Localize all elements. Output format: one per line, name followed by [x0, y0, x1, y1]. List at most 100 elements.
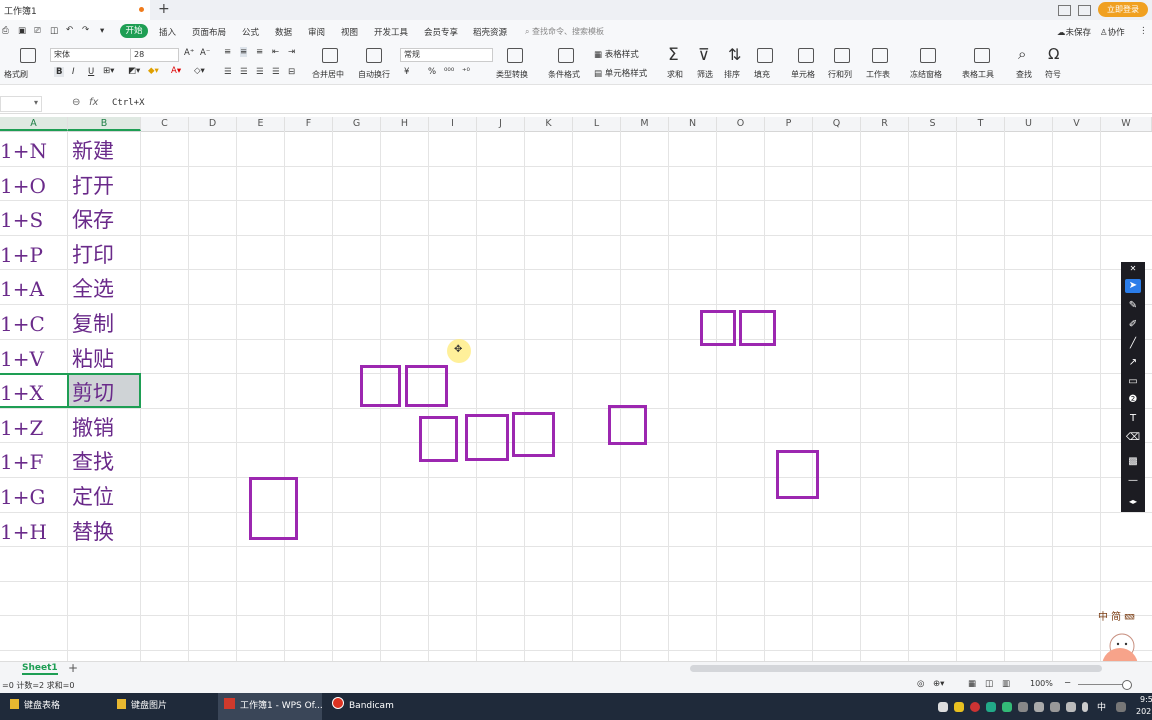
collapse-icon[interactable]: ◂▸	[1125, 495, 1141, 509]
freeze-label[interactable]: 冻结窗格	[910, 69, 942, 80]
pointer-icon[interactable]: ➤	[1125, 279, 1141, 293]
font-name-select[interactable]: 宋体	[50, 48, 131, 62]
column-header-r[interactable]: R	[861, 117, 909, 131]
line-icon[interactable]: ╱	[1125, 337, 1141, 351]
sort-label[interactable]: 排序	[724, 69, 740, 80]
align-right-icon[interactable]: ☰	[256, 67, 264, 77]
tray-icon[interactable]	[1050, 702, 1060, 712]
column-header-m[interactable]: M	[621, 117, 669, 131]
cell-b[interactable]: 撤销	[69, 409, 141, 443]
column-header-n[interactable]: N	[669, 117, 717, 131]
type-convert-label[interactable]: 类型转换	[496, 69, 528, 80]
highlighter-icon[interactable]: ✐	[1125, 318, 1141, 332]
name-box[interactable]: ▾	[0, 96, 42, 112]
decrease-font-icon[interactable]: A⁻	[200, 48, 210, 58]
spreadsheet-grid[interactable]: 1+N 新建 1+O 打开 1+S 保存 1+P 打印 1+A 全选 1+C 复制 1+V 粘贴 1+X 剪切…	[0, 131, 1152, 661]
tray-icon[interactable]	[1018, 702, 1028, 712]
cell-a[interactable]: 1+S	[0, 201, 66, 235]
fill-color-icon[interactable]: ◩▾	[128, 66, 140, 76]
increase-font-icon[interactable]: A⁺	[184, 48, 194, 58]
cell-label[interactable]: 单元格	[791, 69, 815, 80]
reading-view-icon[interactable]: ▥	[1002, 679, 1010, 689]
format-painter-label[interactable]: 格式刷	[4, 69, 28, 80]
justify-icon[interactable]: ☰	[272, 67, 280, 77]
cell-a[interactable]: 1+O	[0, 167, 66, 201]
eye-protect-icon[interactable]: ◎	[917, 679, 924, 689]
distributed-icon[interactable]: ⊟	[288, 67, 295, 77]
currency-button[interactable]: ¥	[404, 67, 409, 77]
align-bottom-icon[interactable]: ≡	[256, 47, 263, 57]
conditional-format-label[interactable]: 条件格式	[548, 69, 580, 80]
undo-icon[interactable]: ↶	[66, 25, 73, 35]
cell-b[interactable]: 定位	[69, 478, 141, 512]
tray-icon[interactable]	[1002, 702, 1012, 712]
column-header-j[interactable]: J	[477, 117, 525, 131]
cell-b[interactable]: 打开	[69, 167, 141, 201]
font-color-icon[interactable]: A▾	[171, 66, 181, 76]
column-header-q[interactable]: Q	[813, 117, 861, 131]
table-style-button[interactable]: ▦ 表格样式	[594, 48, 639, 60]
collab-button[interactable]: ♙协作	[1100, 26, 1125, 38]
indent-decrease-icon[interactable]: ⇤	[272, 47, 279, 57]
column-header-b[interactable]: B	[68, 117, 141, 131]
fill-icon[interactable]	[757, 48, 773, 63]
redo-icon[interactable]: ↷	[82, 25, 89, 35]
font-size-select[interactable]: 28	[130, 48, 179, 62]
indent-increase-icon[interactable]: ⇥	[288, 47, 295, 57]
number-format-select[interactable]: 常规	[400, 48, 493, 62]
sheet-tab[interactable]: Sheet1	[22, 663, 58, 675]
cell-style-button[interactable]: ▤ 单元格样式	[594, 67, 647, 79]
cell-icon[interactable]	[798, 48, 814, 63]
tray-icon[interactable]	[1034, 702, 1044, 712]
column-header-a[interactable]: A	[0, 117, 68, 131]
cell-b[interactable]: 替换	[69, 513, 141, 547]
taskbar-item-bandicam[interactable]: Bandicam	[332, 693, 394, 720]
column-header-c[interactable]: C	[141, 117, 189, 131]
merge-center-label[interactable]: 合并居中	[312, 69, 344, 80]
thousands-icon[interactable]: ⁰⁰⁰	[444, 67, 454, 77]
taskbar-item-keyboard-image[interactable]: 键盘图片	[117, 693, 167, 720]
line-width-icon[interactable]: —	[1125, 474, 1141, 488]
arrow-icon[interactable]: ↗	[1125, 356, 1141, 370]
column-header-l[interactable]: L	[573, 117, 621, 131]
new-tab-button[interactable]: +	[158, 1, 170, 17]
filter-label[interactable]: 筛选	[697, 69, 713, 80]
percent-button[interactable]: %	[428, 67, 436, 77]
quick-access-dropdown-icon[interactable]: ▾	[100, 26, 104, 36]
cell-b[interactable]: 全选	[69, 270, 141, 304]
border-icon[interactable]: ⊞▾	[103, 66, 114, 76]
grid-apps-icon[interactable]	[1078, 5, 1091, 16]
conditional-format-icon[interactable]	[558, 48, 574, 63]
horizontal-scrollbar[interactable]	[690, 665, 1102, 672]
row-col-icon[interactable]	[834, 48, 850, 63]
tray-icon[interactable]	[954, 702, 964, 712]
table-tools-icon[interactable]	[974, 48, 990, 63]
cell-b[interactable]: 打印	[69, 236, 141, 270]
column-header-f[interactable]: F	[285, 117, 333, 131]
window-layout-icon[interactable]	[1058, 5, 1071, 16]
table-tools-label[interactable]: 表格工具	[962, 69, 994, 80]
sum-icon[interactable]: Σ	[668, 45, 679, 65]
wrap-text-label[interactable]: 自动换行	[358, 69, 390, 80]
column-header-w[interactable]: W	[1101, 117, 1152, 131]
zoom-level[interactable]: 100%	[1030, 679, 1053, 688]
column-header-u[interactable]: U	[1005, 117, 1053, 131]
type-convert-icon[interactable]	[507, 48, 523, 63]
rectangle-icon[interactable]: ▭	[1125, 375, 1141, 389]
filter-icon[interactable]: ⊽	[698, 45, 710, 64]
layout-icon[interactable]: ⊕▾	[933, 679, 944, 689]
align-left-icon[interactable]: ☰	[224, 67, 232, 77]
column-header-e[interactable]: E	[237, 117, 285, 131]
cell-a[interactable]: 1+A	[0, 270, 66, 304]
numbering-icon[interactable]: ❷	[1125, 393, 1141, 407]
cell-a[interactable]: 1+Z	[0, 409, 66, 443]
format-painter-icon[interactable]	[20, 48, 36, 63]
close-icon[interactable]: ✕	[1125, 262, 1141, 276]
column-header-h[interactable]: H	[381, 117, 429, 131]
notification-icon[interactable]	[1116, 702, 1126, 712]
sort-icon[interactable]: ⇅	[728, 45, 741, 64]
cell-b[interactable]: 保存	[69, 201, 141, 235]
cell-a[interactable]: 1+F	[0, 443, 66, 477]
zoom-lens-icon[interactable]: ⊖	[72, 97, 80, 108]
volume-icon[interactable]	[1066, 702, 1076, 712]
